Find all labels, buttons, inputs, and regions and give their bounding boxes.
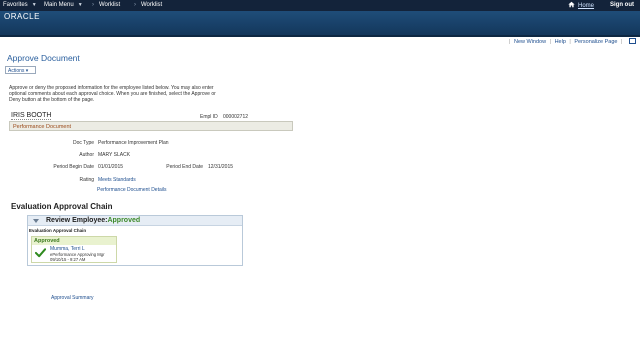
- new-window-link[interactable]: New Window: [514, 39, 546, 45]
- main-menu-label: Main Menu: [44, 2, 74, 8]
- sign-out-link[interactable]: Sign out: [610, 2, 634, 8]
- personalize-page-link[interactable]: Personalize Page: [574, 39, 617, 45]
- breadcrumb-label: Worklist: [99, 2, 121, 8]
- period-begin-value: 01/01/2015: [98, 164, 124, 170]
- divider: |: [509, 39, 511, 45]
- collapse-triangle-icon[interactable]: [33, 219, 39, 223]
- review-status: Approved: [107, 217, 141, 224]
- performance-document-header: Performance Document: [9, 121, 293, 131]
- chain-subtitle: Evaluation Approval Chain: [29, 228, 87, 233]
- breadcrumb-label: Worklist: [141, 2, 163, 8]
- rating-label: Rating: [79, 177, 94, 183]
- banner-divider: [0, 35, 640, 37]
- divider: |: [569, 39, 571, 45]
- help-link[interactable]: Help: [555, 39, 566, 45]
- doc-type-label: Doc Type: [72, 140, 94, 146]
- review-label: Review Employee:: [46, 217, 108, 224]
- favorites-label: Favorites: [3, 2, 28, 8]
- author-value: MARY SLACK: [98, 152, 131, 158]
- actions-dropdown[interactable]: Actions ▾: [5, 66, 36, 74]
- empl-id-value: 000002712: [223, 114, 249, 120]
- approver-date: 09/10/15 - 9:27 AM: [50, 257, 86, 262]
- period-begin-label: Period Begin Date: [53, 164, 94, 170]
- approver-card: Approved Mumma, Terri L ePerformance App…: [31, 236, 117, 263]
- breadcrumb-separator-icon: ›: [134, 2, 136, 8]
- checkmark-icon: [35, 248, 46, 258]
- approver-status-header: Approved: [32, 237, 116, 245]
- period-end-label: Period End Date: [166, 164, 203, 170]
- page-bar: | New Window | Help | Personalize Page |: [507, 38, 636, 45]
- header-banner: ORACLE: [0, 11, 640, 37]
- approval-chain-title: Evaluation Approval Chain: [11, 202, 113, 211]
- chevron-down-icon: ▼: [31, 2, 37, 8]
- rating-value: Meets Standards: [98, 177, 136, 183]
- page-title: Approve Document: [7, 53, 80, 63]
- chevron-down-icon: ▼: [77, 2, 83, 8]
- employee-name: IRIS BOOTH: [11, 112, 52, 120]
- oracle-logo: ORACLE: [4, 12, 40, 21]
- section-label: Performance Document: [13, 124, 72, 130]
- top-nav-bar: Favorites ▼ Main Menu ▼ › Worklist › Worklis…: [0, 0, 640, 11]
- divider: |: [621, 39, 623, 45]
- home-link[interactable]: Home: [568, 1, 594, 9]
- author-label: Author: [79, 152, 94, 158]
- grid-icon[interactable]: [629, 38, 636, 44]
- review-employee-header[interactable]: Review Employee:Approved: [28, 216, 242, 226]
- doc-type-value: Performance Improvement Plan: [98, 140, 169, 146]
- home-label: Home: [578, 3, 595, 9]
- breadcrumb-worklist-1[interactable]: › Worklist: [92, 2, 120, 8]
- approver-status: Approved: [34, 238, 60, 244]
- breadcrumb-worklist-2[interactable]: › Worklist: [134, 2, 162, 8]
- period-end-value: 12/31/2015: [208, 164, 234, 170]
- home-icon: [568, 1, 575, 8]
- breadcrumb-separator-icon: ›: [92, 2, 94, 8]
- review-employee-title: Review Employee:Approved: [46, 217, 140, 224]
- instructions-text: Approve or deny the proposed information…: [9, 85, 216, 103]
- performance-document-details-link[interactable]: Performance Document Details: [97, 187, 166, 193]
- empl-id-label: Empl ID: [200, 114, 218, 120]
- main-menu[interactable]: Main Menu ▼: [44, 2, 83, 8]
- review-employee-panel: Review Employee:Approved Evaluation Appr…: [27, 215, 243, 266]
- favorites-menu[interactable]: Favorites ▼: [3, 2, 37, 8]
- approval-summary-link[interactable]: Approval Summary: [51, 295, 94, 301]
- divider: |: [549, 39, 552, 45]
